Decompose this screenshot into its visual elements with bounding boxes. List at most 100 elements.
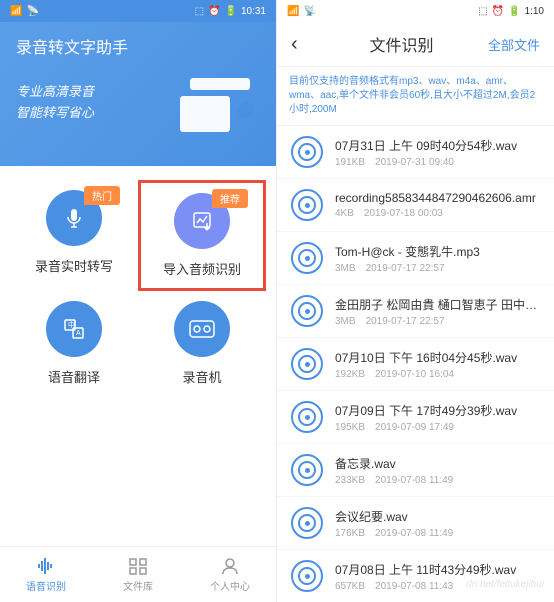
status-time: 1:10 <box>525 6 544 17</box>
file-date: 2019-07-08 11:49 <box>375 528 453 539</box>
file-name: 07月08日 上午 11时43分49秒.wav <box>335 561 540 578</box>
file-meta: 3MB 2019-07-17 22:57 <box>335 316 540 327</box>
file-date: 2019-07-18 00:03 <box>364 208 443 219</box>
audio-disc-icon <box>291 348 323 380</box>
audio-disc-icon <box>291 242 323 274</box>
svg-text:A: A <box>76 330 81 337</box>
file-date: 2019-07-09 17:49 <box>375 422 454 433</box>
import-chart-icon <box>190 209 214 233</box>
audio-disc-icon <box>291 189 323 221</box>
file-item[interactable]: recording5858344847290462606.amr 4KB 201… <box>277 179 554 232</box>
waveform-icon <box>36 557 56 575</box>
file-meta: 233KB 2019-07-08 11:49 <box>335 475 540 486</box>
audio-disc-icon <box>291 136 323 168</box>
battery-icon: 🔋 <box>225 6 237 17</box>
file-size: 4KB <box>335 208 354 219</box>
nav-profile[interactable]: 个人中心 <box>184 547 276 602</box>
file-name: 07月09日 下午 17时49分39秒.wav <box>335 402 540 419</box>
feature-label: 录音机 <box>182 367 221 386</box>
status-bar: 📶 📡 ⬚ ⏰ 🔋 1:10 <box>277 0 554 22</box>
file-meta: 4KB 2019-07-18 00:03 <box>335 208 540 219</box>
nav-voice-recognition[interactable]: 语音识别 <box>0 547 92 602</box>
nav-label: 语音识别 <box>26 578 66 593</box>
hot-badge: 热门 <box>84 186 120 205</box>
wifi-icon: 📡 <box>303 6 315 17</box>
file-info: 07月09日 下午 17时49分39秒.wav 195KB 2019-07-09… <box>335 402 540 433</box>
file-date: 2019-07-08 11:49 <box>375 475 453 486</box>
file-item[interactable]: Tom-H@ck - 变態乳牛.mp3 3MB 2019-07-17 22:57 <box>277 232 554 285</box>
file-name: Tom-H@ck - 变態乳牛.mp3 <box>335 243 540 260</box>
file-item[interactable]: 会议纪要.wav 176KB 2019-07-08 11:49 <box>277 497 554 550</box>
file-item[interactable]: 07月08日 上午 11时43分49秒.wav 657KB 2019-07-08… <box>277 550 554 602</box>
file-meta: 192KB 2019-07-10 16:04 <box>335 369 540 380</box>
file-size: 176KB <box>335 528 365 539</box>
file-info: 07月31日 上午 09时40分54秒.wav 191KB 2019-07-31… <box>335 137 540 168</box>
file-date: 2019-07-31 09:40 <box>375 157 454 168</box>
file-meta: 176KB 2019-07-08 11:49 <box>335 528 540 539</box>
nav-label: 个人中心 <box>210 578 250 593</box>
file-info: 07月10日 下午 16时04分45秒.wav 192KB 2019-07-10… <box>335 349 540 380</box>
file-date: 2019-07-08 11:43 <box>375 581 453 592</box>
file-size: 3MB <box>335 316 356 327</box>
tape-icon <box>189 320 215 338</box>
feature-realtime-transcribe[interactable]: 热门 录音实时转写 <box>20 190 128 281</box>
back-button[interactable]: ‹ <box>291 33 315 56</box>
nav-label: 文件库 <box>123 578 153 593</box>
file-item[interactable]: 07月31日 上午 09时40分54秒.wav 191KB 2019-07-31… <box>277 126 554 179</box>
nav-file-library[interactable]: 文件库 <box>92 547 184 602</box>
file-size: 192KB <box>335 369 365 380</box>
file-name: 07月31日 上午 09时40分54秒.wav <box>335 137 540 154</box>
signal-icon: 📶 <box>287 6 299 17</box>
file-info: 会议纪要.wav 176KB 2019-07-08 11:49 <box>335 508 540 539</box>
feature-recorder[interactable]: 录音机 <box>148 301 256 386</box>
svg-text:中: 中 <box>68 320 75 329</box>
file-item[interactable]: 07月09日 下午 17时49分39秒.wav 195KB 2019-07-09… <box>277 391 554 444</box>
file-name: recording5858344847290462606.amr <box>335 191 540 205</box>
page-title: 文件识别 <box>315 32 488 56</box>
audio-disc-icon <box>291 295 323 327</box>
recommend-badge: 推荐 <box>212 189 248 208</box>
microphone-icon <box>62 206 86 230</box>
file-info: 金田朋子 松岡由貴 樋口智恵子 田中理恵 - つくりましょう!.mp3 3MB … <box>335 296 540 327</box>
file-name: 07月10日 下午 16时04分45秒.wav <box>335 349 540 366</box>
status-time: 10:31 <box>241 6 266 17</box>
battery-icon: 🔋 <box>508 6 520 17</box>
file-info: 备忘录.wav 233KB 2019-07-08 11:49 <box>335 455 540 486</box>
file-meta: 195KB 2019-07-09 17:49 <box>335 422 540 433</box>
file-name: 金田朋子 松岡由貴 樋口智恵子 田中理恵 - つくりましょう!.mp3 <box>335 296 540 313</box>
audio-disc-icon <box>291 560 323 592</box>
wifi-icon: 📡 <box>26 6 38 17</box>
file-info: recording5858344847290462606.amr 4KB 201… <box>335 191 540 219</box>
feature-voice-translate[interactable]: 中A 语音翻译 <box>20 301 128 386</box>
status-bar: 📶 📡 ⬚ ⏰ 🔋 10:31 <box>0 0 276 22</box>
file-item[interactable]: 07月10日 下午 16时04分45秒.wav 192KB 2019-07-10… <box>277 338 554 391</box>
app-title: 录音转文字助手 <box>16 34 260 58</box>
page-header: ‹ 文件识别 全部文件 <box>277 22 554 67</box>
file-meta: 191KB 2019-07-31 09:40 <box>335 157 540 168</box>
nfc-icon: ⬚ <box>195 6 204 17</box>
file-size: 195KB <box>335 422 365 433</box>
file-name: 备忘录.wav <box>335 455 540 472</box>
format-notice: 目前仅支持的音频格式有mp3、wav、m4a、amr、wma、aac,单个文件非… <box>277 67 554 126</box>
audio-disc-icon <box>291 507 323 539</box>
file-list[interactable]: 07月31日 上午 09时40分54秒.wav 191KB 2019-07-31… <box>277 126 554 602</box>
file-name: 会议纪要.wav <box>335 508 540 525</box>
audio-disc-icon <box>291 454 323 486</box>
feature-label: 导入音频识别 <box>163 259 241 278</box>
file-item[interactable]: 金田朋子 松岡由貴 樋口智恵子 田中理恵 - つくりましょう!.mp3 3MB … <box>277 285 554 338</box>
signal-icon: 📶 <box>10 6 22 17</box>
all-files-link[interactable]: 全部文件 <box>488 35 540 54</box>
watermark: dn.net/feitukejihui <box>466 579 544 590</box>
file-item[interactable]: 备忘录.wav 233KB 2019-07-08 11:49 <box>277 444 554 497</box>
file-date: 2019-07-17 22:57 <box>366 263 445 274</box>
feature-import-audio[interactable]: 推荐 导入音频识别 <box>138 180 266 291</box>
file-size: 191KB <box>335 157 365 168</box>
person-icon <box>220 557 240 575</box>
header-illustration <box>170 78 260 148</box>
file-size: 3MB <box>335 263 356 274</box>
file-size: 233KB <box>335 475 365 486</box>
nfc-icon: ⬚ <box>478 6 487 17</box>
alarm-icon: ⏰ <box>492 6 504 17</box>
file-date: 2019-07-10 16:04 <box>375 369 454 380</box>
alarm-icon: ⏰ <box>208 6 220 17</box>
